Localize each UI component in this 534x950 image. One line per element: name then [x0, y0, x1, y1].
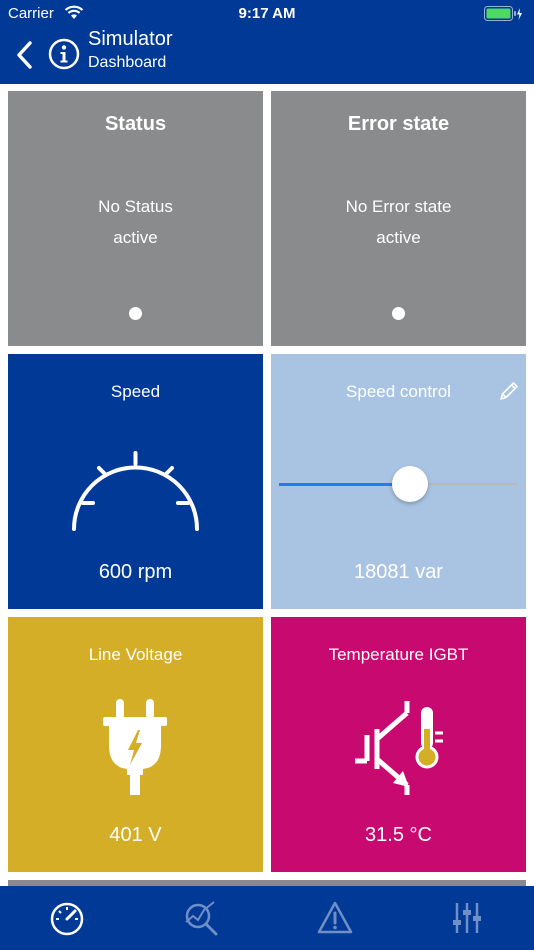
analyze-magnifier-icon[interactable]	[182, 900, 220, 936]
battery-icon	[484, 6, 522, 21]
speed-control-value: 18081 var	[354, 561, 443, 583]
navigation-bar: Simulator Dashboard	[0, 28, 534, 84]
chevron-left-icon[interactable]	[12, 38, 40, 72]
status-message-line2: active	[113, 228, 158, 247]
temperature-tile-title: Temperature IGBT	[328, 645, 469, 664]
error-indicator-dot	[392, 307, 405, 320]
plug-icon	[103, 699, 167, 795]
speed-control-tile[interactable]: Speed control 18081 var	[271, 354, 526, 609]
gauge-icon	[72, 451, 199, 531]
clock: 9:17 AM	[238, 5, 296, 22]
status-bar: Carrier 9:17 AM	[0, 0, 534, 28]
temperature-value: 31.5 °C	[365, 824, 432, 846]
dashboard-grid[interactable]: Status No Status active Error state No E…	[0, 84, 534, 886]
error-state-tile[interactable]: Error state No Error state active	[271, 91, 526, 346]
speed-tile[interactable]: Speed 600 rpm	[8, 354, 263, 609]
page-subtitle: Dashboard	[88, 54, 167, 71]
speed-slider[interactable]	[279, 466, 517, 502]
speed-tile-title: Speed	[110, 382, 161, 401]
warning-triangle-icon[interactable]	[316, 900, 354, 936]
tab-bar	[0, 886, 534, 950]
status-indicator-dot	[129, 307, 142, 320]
status-tile-title: Status	[104, 113, 167, 135]
igbt-temperature-icon	[355, 701, 443, 795]
dashboard-gauge-icon[interactable]	[48, 900, 86, 936]
pencil-icon[interactable]	[498, 380, 520, 402]
page-title: Simulator	[88, 28, 173, 50]
status-tile[interactable]: Status No Status active	[8, 91, 263, 346]
slider-track-filled	[279, 483, 410, 486]
error-state-tile-title: Error state	[347, 113, 450, 135]
line-voltage-tile[interactable]: Line Voltage 401 V	[8, 617, 263, 872]
status-message-line1: No Status	[98, 197, 173, 216]
status-tile-message: No Status active	[8, 191, 263, 253]
error-state-tile-message: No Error state active	[271, 191, 526, 253]
line-voltage-tile-title: Line Voltage	[88, 645, 183, 664]
temperature-igbt-tile[interactable]: Temperature IGBT 31.5 °C	[271, 617, 526, 872]
info-icon[interactable]	[48, 38, 80, 70]
speed-value: 600 rpm	[98, 561, 173, 583]
sliders-icon[interactable]	[448, 900, 486, 936]
error-message-line2: active	[376, 228, 421, 247]
speed-control-tile-title: Speed control	[346, 382, 451, 401]
error-message-line1: No Error state	[345, 197, 452, 216]
line-voltage-value: 401 V	[109, 824, 162, 846]
slider-thumb[interactable]	[392, 466, 428, 502]
